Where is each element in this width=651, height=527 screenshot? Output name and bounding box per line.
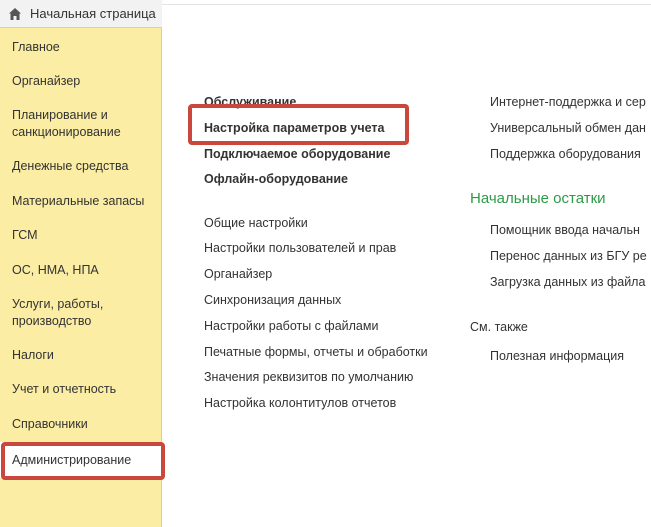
sidebar-item-administration[interactable]: Администрирование xyxy=(0,442,162,478)
sidebar-item-main[interactable]: Главное xyxy=(0,39,162,56)
home-tab-label: Начальная страница xyxy=(30,6,156,21)
sidebar-item-services[interactable]: Услуги, работы, производство xyxy=(0,296,162,330)
sidebar-item-inventory[interactable]: Материальные запасы xyxy=(0,193,162,210)
sidebar-item-references[interactable]: Справочники xyxy=(0,416,162,433)
link-user-settings[interactable]: Настройки пользователей и прав xyxy=(204,240,396,256)
link-offline-equipment[interactable]: Офлайн-оборудование xyxy=(204,171,348,187)
link-general-settings[interactable]: Общие настройки xyxy=(204,215,308,231)
sidebar-item-organizer[interactable]: Органайзер xyxy=(0,73,162,90)
link-report-headers[interactable]: Настройка колонтитулов отчетов xyxy=(204,395,396,411)
top-strip xyxy=(162,0,651,5)
link-input-wizard[interactable]: Помощник ввода начальн xyxy=(490,222,640,238)
sidebar-item-fuel[interactable]: ГСМ xyxy=(0,227,162,244)
link-file-import[interactable]: Загрузка данных из файла xyxy=(490,274,645,290)
link-data-transfer[interactable]: Перенос данных из БГУ ре xyxy=(490,248,647,264)
sidebar-item-planning[interactable]: Планирование и санкционирование xyxy=(0,107,162,141)
sidebar-item-accounting[interactable]: Учет и отчетность xyxy=(0,381,162,398)
link-connected-equipment[interactable]: Подключаемое оборудование xyxy=(204,146,390,162)
link-organizer[interactable]: Органайзер xyxy=(204,266,272,282)
sidebar-item-taxes[interactable]: Налоги xyxy=(0,347,162,364)
home-tab[interactable]: Начальная страница xyxy=(0,0,162,28)
link-internet-support[interactable]: Интернет-поддержка и сер xyxy=(490,94,646,110)
sidebar-item-fixed-assets[interactable]: ОС, НМА, НПА xyxy=(0,262,162,279)
link-default-values[interactable]: Значения реквизитов по умолчанию xyxy=(204,369,413,385)
sidebar-item-cash[interactable]: Денежные средства xyxy=(0,158,162,175)
sidebar: Начальная страница Главное Органайзер Пл… xyxy=(0,0,162,527)
link-accounting-parameters[interactable]: Настройка параметров учета xyxy=(204,120,384,136)
link-print-forms[interactable]: Печатные формы, отчеты и обработки xyxy=(204,344,428,360)
link-equipment-support[interactable]: Поддержка оборудования xyxy=(490,146,641,162)
section-title-opening-balances: Начальные остатки xyxy=(470,190,606,207)
link-data-sync[interactable]: Синхронизация данных xyxy=(204,292,341,308)
see-also-label: См. также xyxy=(470,320,528,334)
link-maintenance[interactable]: Обслуживание xyxy=(204,94,296,110)
home-icon xyxy=(8,7,22,21)
link-file-settings[interactable]: Настройки работы с файлами xyxy=(204,318,378,334)
app-window: Начальная страница Главное Органайзер Пл… xyxy=(0,0,651,527)
link-universal-exchange[interactable]: Универсальный обмен дан xyxy=(490,120,646,136)
link-useful-info[interactable]: Полезная информация xyxy=(490,348,624,364)
